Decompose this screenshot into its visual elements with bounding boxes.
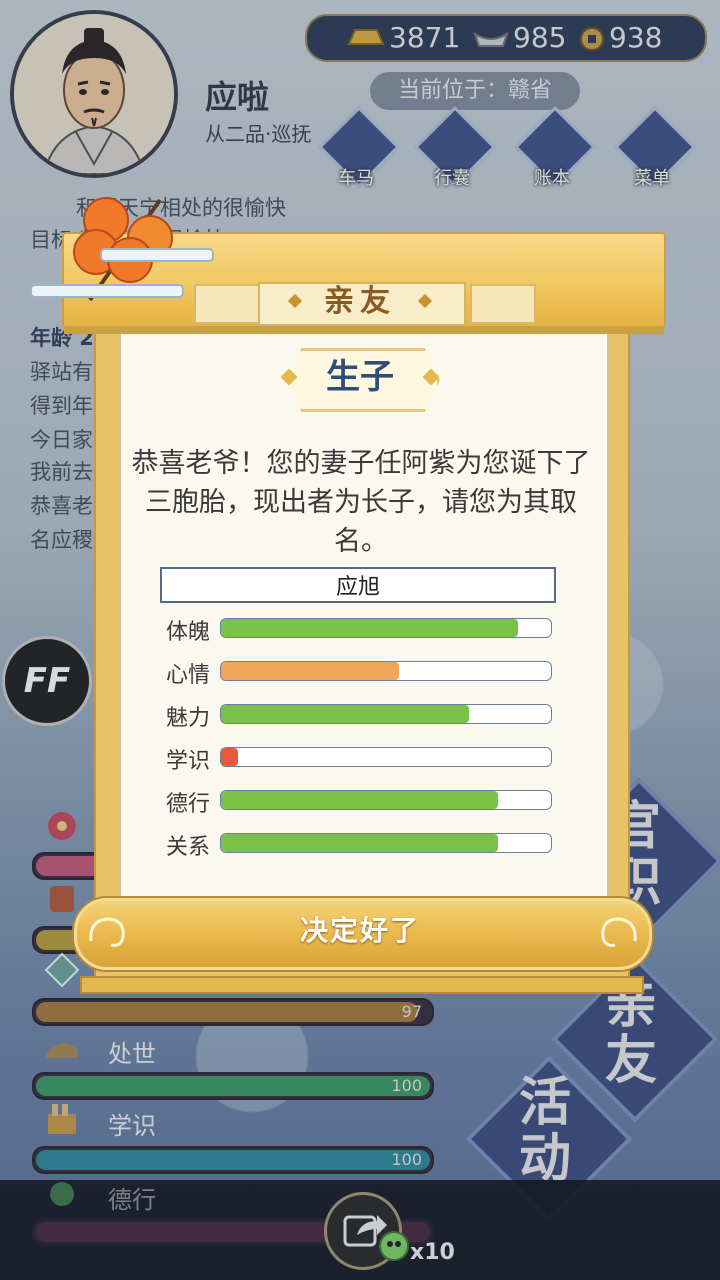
attribute-label: 魅力 bbox=[166, 706, 211, 731]
event-description: 恭喜老爷！您的妻子任阿紫为您诞下了三胞胎，现出者为长子，请您为其取名。 bbox=[131, 448, 591, 557]
attribute-label: 关系 bbox=[166, 835, 211, 860]
attribute-bar bbox=[220, 661, 552, 681]
attribute-fill bbox=[221, 791, 499, 809]
dialog-title: 亲友 bbox=[324, 284, 396, 319]
attribute-bar bbox=[220, 704, 552, 724]
attribute-bar bbox=[220, 790, 552, 810]
dialog-paper bbox=[118, 324, 610, 970]
attribute-fill bbox=[221, 619, 518, 637]
attribute-label: 德行 bbox=[166, 792, 211, 817]
attribute-bar bbox=[220, 618, 552, 638]
cloud-streak bbox=[30, 284, 184, 298]
cloud-streak bbox=[100, 248, 214, 262]
attribute-label: 心情 bbox=[166, 663, 211, 688]
event-title: 生子 bbox=[326, 357, 394, 397]
scroll-footer bbox=[80, 976, 644, 994]
attribute-label: 学识 bbox=[166, 749, 211, 774]
child-name-input[interactable] bbox=[160, 567, 556, 603]
header-side-plate bbox=[470, 284, 536, 324]
attribute-fill bbox=[221, 834, 499, 852]
attribute-fill bbox=[221, 705, 469, 723]
attribute-bar bbox=[220, 747, 552, 767]
attribute-bar bbox=[220, 833, 552, 853]
attribute-label: 体魄 bbox=[166, 620, 211, 645]
attribute-fill bbox=[221, 748, 238, 766]
confirm-label[interactable]: 决定好了 bbox=[74, 898, 646, 964]
attribute-fill bbox=[221, 662, 400, 680]
header-side-plate bbox=[194, 284, 260, 324]
